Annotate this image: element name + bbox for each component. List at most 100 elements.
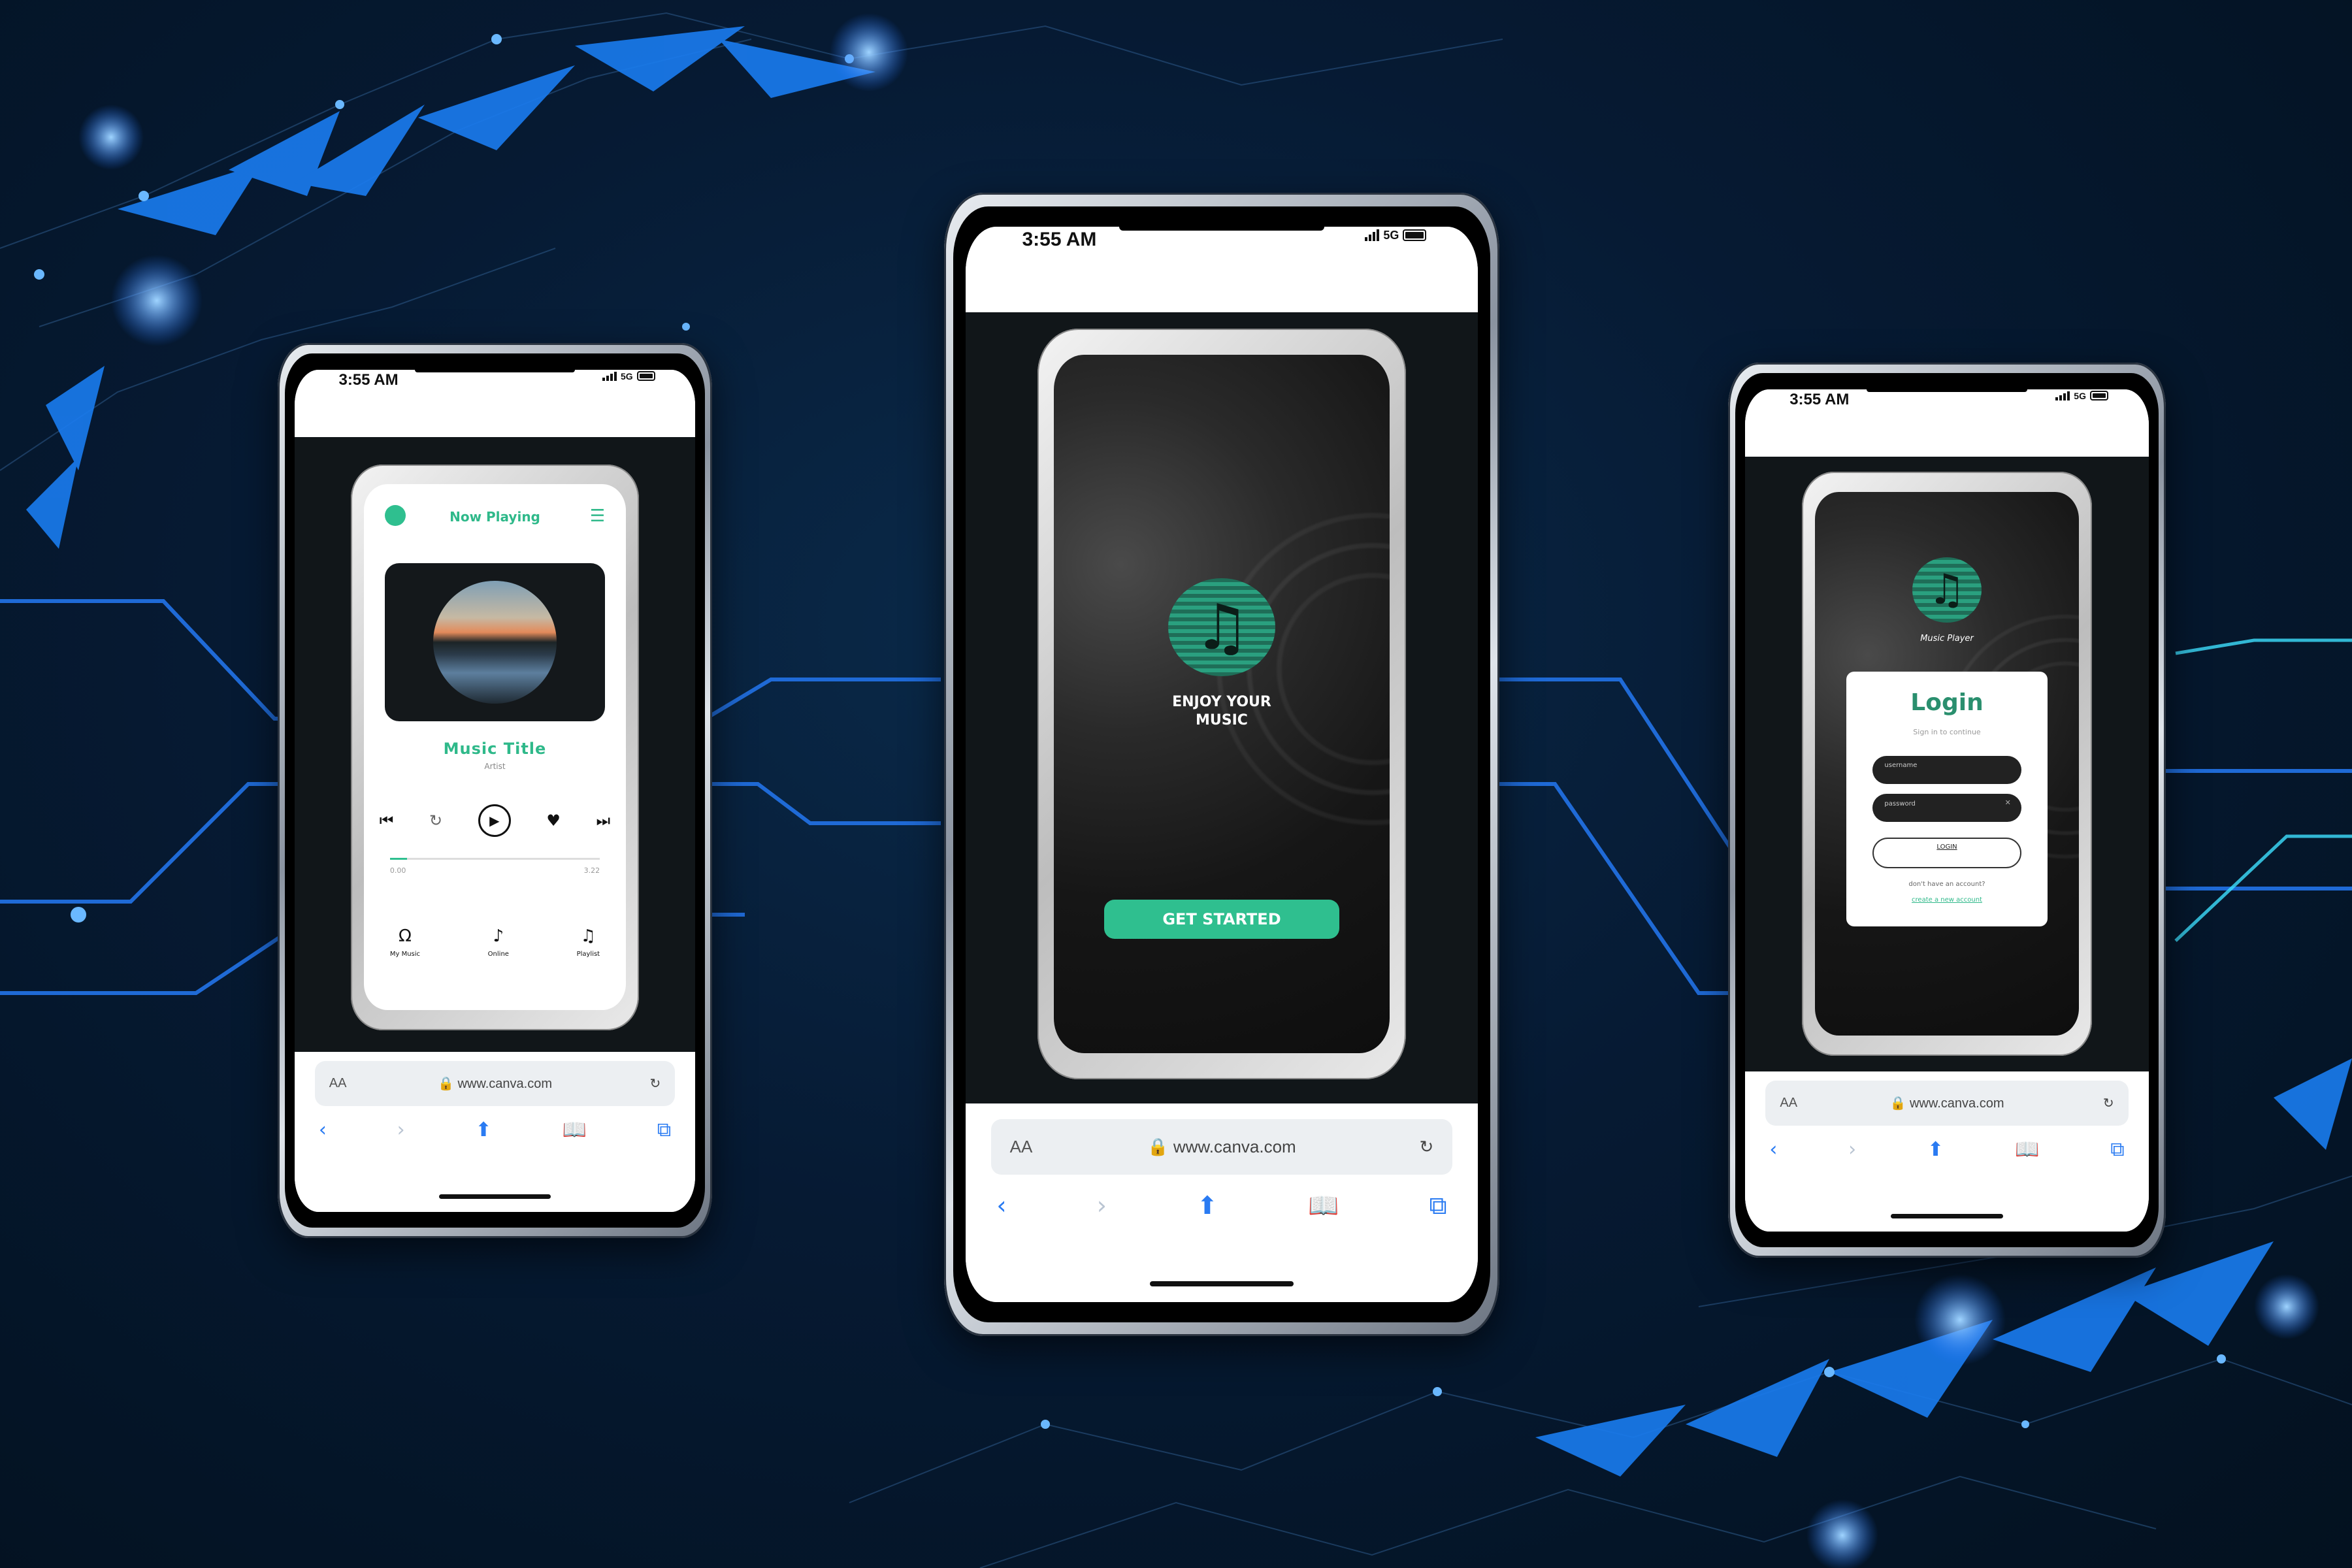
notch: [414, 369, 576, 373]
share-icon[interactable]: ⬆: [476, 1119, 492, 1141]
song-title: Music Title: [443, 739, 547, 758]
status-time: 3:55 AM: [1789, 390, 1850, 408]
home-indicator: [1150, 1281, 1294, 1286]
forward-icon[interactable]: ›: [1848, 1138, 1856, 1161]
phone-left: 3:55 AM 5G Now Playing ☰ Music Title Art…: [278, 343, 712, 1238]
tab-online[interactable]: ♪ Online: [488, 926, 509, 958]
progress-total: 3.22: [583, 866, 600, 875]
home-indicator: [438, 1194, 551, 1199]
login-card: Login Sign in to continue username passw…: [1846, 671, 2048, 927]
address-bar[interactable]: AA 🔒 www.canva.com ↻: [314, 1061, 676, 1106]
previous-icon[interactable]: ⏮: [380, 811, 394, 830]
page-content: ♫ Music Player Login Sign in to continue…: [1745, 456, 2149, 1071]
splash-tagline: ENJOY YOUR MUSIC: [1172, 694, 1271, 729]
phone-screen: 3:55 AM 5G ♫ Music Player Login Sign in …: [1745, 389, 2149, 1232]
show-password-icon[interactable]: ✕: [2005, 798, 2011, 807]
status-time: 3:55 AM: [338, 370, 399, 389]
browser-toolbar: AA 🔒 www.canva.com ↻ ‹ › ⬆ 📖 ⧉: [295, 1051, 695, 1212]
login-title: Login: [1910, 689, 1984, 717]
share-icon[interactable]: ⬆: [1927, 1138, 1944, 1161]
playlist-icon: ♫: [580, 926, 596, 946]
browser-toolbar: AA 🔒 www.canva.com ↻ ‹ › ⬆ 📖 ⧉: [1745, 1071, 2149, 1232]
back-icon[interactable]: ‹: [319, 1119, 327, 1141]
phone-center: 3:55 AM 5G ♫ ENJOY YOUR MUSIC GET STARTE…: [944, 193, 1499, 1336]
address-bar[interactable]: AA 🔒 www.canva.com ↻: [991, 1119, 1452, 1175]
tab-my-music[interactable]: Ω My Music: [390, 926, 420, 958]
browser-nav: ‹ › ⬆ 📖 ⧉: [319, 1119, 671, 1141]
music-logo-icon: ♫: [1168, 578, 1276, 676]
get-started-button[interactable]: GET STARTED: [1104, 899, 1339, 939]
album-photo: [433, 580, 557, 704]
notch: [1119, 226, 1324, 231]
url-text: www.canva.com: [1909, 1096, 2004, 1111]
status-icons: 5G: [602, 371, 655, 382]
play-button[interactable]: ▶: [478, 804, 511, 838]
lock-icon: 🔒: [1889, 1096, 1906, 1111]
lock-icon: 🔒: [1147, 1137, 1169, 1157]
browser-nav: ‹ › ⬆ 📖 ⧉: [996, 1191, 1446, 1220]
album-art: [384, 563, 606, 721]
next-icon[interactable]: ⏭: [596, 811, 611, 830]
reload-icon[interactable]: ↻: [649, 1075, 661, 1092]
bookmarks-icon[interactable]: 📖: [2015, 1138, 2039, 1161]
heart-icon[interactable]: ♥: [546, 811, 561, 830]
tab-playlist[interactable]: ♫ Playlist: [577, 926, 600, 958]
tabs-icon[interactable]: ⧉: [2110, 1138, 2124, 1161]
progress-fill: [389, 857, 407, 860]
status-bar: 3:55 AM 5G: [966, 226, 1478, 313]
repeat-icon[interactable]: ↻: [429, 811, 442, 830]
url-text: www.canva.com: [457, 1077, 552, 1092]
reload-icon[interactable]: ↻: [1420, 1137, 1434, 1157]
login-subtitle: Sign in to continue: [1913, 727, 1981, 736]
page-content: ♫ ENJOY YOUR MUSIC GET STARTED: [966, 312, 1478, 1103]
battery-icon: [1403, 229, 1427, 242]
share-icon[interactable]: ⬆: [1197, 1191, 1218, 1220]
tabs-icon[interactable]: ⧉: [1429, 1191, 1447, 1220]
create-account-link[interactable]: create a new account: [1846, 896, 2047, 904]
status-bar: 3:55 AM 5G: [1745, 389, 2149, 457]
lock-icon: 🔒: [438, 1077, 454, 1092]
player-controls: ⏮ ↻ ▶ ♥ ⏭: [380, 804, 611, 838]
bookmarks-icon[interactable]: 📖: [563, 1119, 587, 1141]
notch: [1866, 389, 2028, 393]
progress-current: 0.00: [389, 866, 406, 875]
browser-toolbar: AA 🔒 www.canva.com ↻ ‹ › ⬆ 📖 ⧉: [966, 1103, 1478, 1303]
signal-icon: [602, 371, 617, 381]
app-mockup-login: ♫ Music Player Login Sign in to continue…: [1801, 472, 2093, 1056]
username-placeholder: username: [1884, 762, 1918, 770]
progress-bar[interactable]: [389, 857, 600, 860]
page-content: Now Playing ☰ Music Title Artist ⏮ ↻ ▶ ♥…: [295, 436, 695, 1052]
menu-icon[interactable]: ☰: [590, 506, 605, 526]
phone-screen: 3:55 AM 5G Now Playing ☰ Music Title Art…: [295, 369, 695, 1212]
phone-screen: 3:55 AM 5G ♫ ENJOY YOUR MUSIC GET STARTE…: [966, 226, 1478, 1303]
login-button[interactable]: LOGIN: [1872, 837, 2021, 868]
forward-icon[interactable]: ›: [1097, 1191, 1107, 1220]
artist-name: Artist: [484, 762, 506, 772]
reload-icon[interactable]: ↻: [2103, 1095, 2114, 1111]
browser-nav: ‹ › ⬆ 📖 ⧉: [1769, 1138, 2124, 1161]
now-playing-title: Now Playing: [449, 509, 540, 525]
app-mockup-splash: ♫ ENJOY YOUR MUSIC GET STARTED: [1037, 328, 1406, 1080]
signal-icon: [1365, 229, 1380, 242]
bottom-tab-bar: Ω My Music ♪ Online ♫ Playlist: [390, 926, 600, 958]
headphones-icon: Ω: [399, 926, 412, 946]
network-label: 5G: [2074, 390, 2086, 401]
tabs-icon[interactable]: ⧉: [657, 1119, 671, 1141]
password-placeholder: password: [1884, 800, 1916, 808]
app-name: Music Player: [1920, 633, 1974, 644]
no-account-text: don't have an account?: [1908, 881, 1985, 889]
back-icon[interactable]: ‹: [996, 1191, 1006, 1220]
forward-icon[interactable]: ›: [397, 1119, 405, 1141]
status-bar: 3:55 AM 5G: [295, 369, 695, 437]
status-time: 3:55 AM: [1022, 228, 1097, 250]
back-icon[interactable]: ‹: [1769, 1138, 1777, 1161]
signal-icon: [2055, 391, 2070, 400]
status-icons: 5G: [2055, 391, 2108, 401]
bookmarks-icon[interactable]: 📖: [1308, 1191, 1339, 1220]
username-field[interactable]: username: [1872, 755, 2021, 784]
app-mockup-player: Now Playing ☰ Music Title Artist ⏮ ↻ ▶ ♥…: [350, 464, 640, 1030]
home-indicator: [1890, 1213, 2004, 1218]
password-field[interactable]: password ✕: [1872, 794, 2021, 823]
address-bar[interactable]: AA 🔒 www.canva.com ↻: [1765, 1081, 2129, 1126]
network-label: 5G: [1383, 228, 1399, 242]
